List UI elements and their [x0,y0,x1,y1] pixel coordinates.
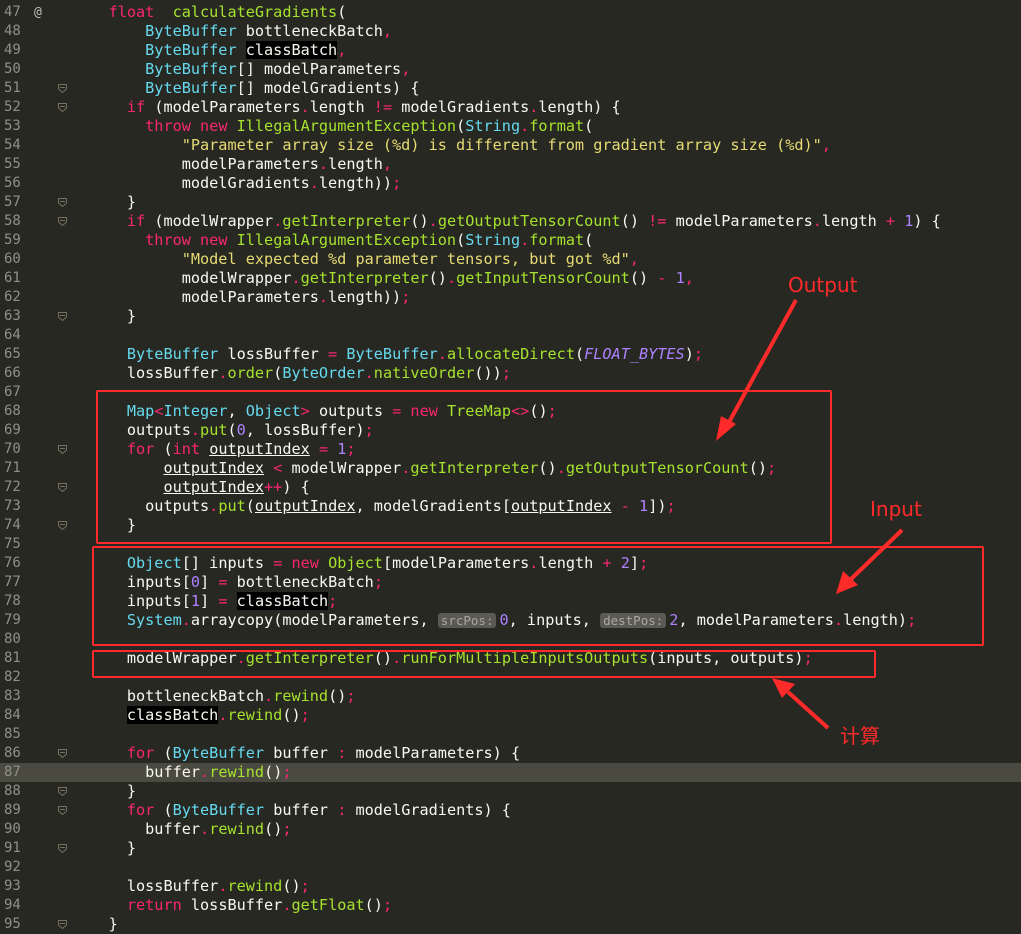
input-arrow [836,528,904,594]
compute-label: 计算 [840,724,880,748]
output-label: Output [788,273,858,297]
input-label: Input [870,497,922,521]
output-arrow [716,299,798,441]
compute-arrow [772,678,830,730]
annotation-arrows [716,299,904,730]
